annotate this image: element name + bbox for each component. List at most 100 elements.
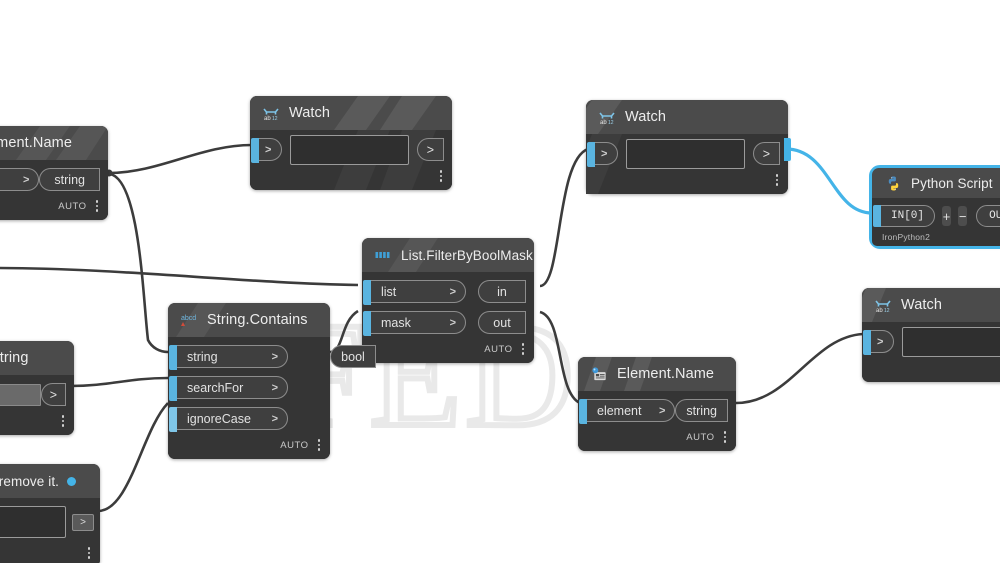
header-sheen — [334, 96, 436, 130]
node-header[interactable]: Python Script — [872, 168, 1000, 198]
port-input-string[interactable]: string > — [169, 345, 288, 370]
port-input-unnamed[interactable]: > — [0, 168, 40, 191]
port-connector[interactable] — [169, 407, 177, 432]
node-title: List.FilterByBoolMask — [401, 247, 533, 263]
port-connector[interactable] — [363, 311, 371, 336]
port-connector[interactable] — [863, 330, 871, 355]
port-input-ignorecase[interactable]: ignoreCase > — [169, 407, 288, 432]
node-menu-icon[interactable] — [521, 343, 524, 355]
node-element-name-right[interactable]: Element.Name element > string AUTO — [578, 357, 736, 451]
chevron-right-icon: > — [22, 173, 30, 186]
port-input-mask[interactable]: mask > — [363, 311, 466, 336]
node-footer: AUTO — [578, 429, 736, 447]
node-title: Watch — [289, 105, 331, 121]
port-connector[interactable] — [251, 138, 259, 163]
port-label: bool — [341, 349, 365, 364]
node-title: String.Contains — [207, 312, 308, 328]
add-input-button[interactable]: + — [942, 206, 952, 226]
port-input-in0[interactable]: IN[0] — [873, 205, 936, 227]
port-output-in[interactable]: in — [478, 280, 526, 303]
python-footer: IronPython2 — [872, 229, 1000, 246]
port-input-watch[interactable]: > — [251, 138, 282, 163]
port-row: searchFor > — [168, 375, 330, 401]
port-connector[interactable] — [169, 376, 177, 401]
port-label: ignoreCase — [187, 411, 251, 426]
node-watch-top-right[interactable]: ab 12 Watch > > — [586, 100, 788, 194]
node-python-script[interactable]: Python Script IN[0] + − OUT IronPython2 — [869, 165, 1000, 249]
port-row: > string — [0, 167, 108, 192]
port-output-bool[interactable]: > — [72, 513, 94, 531]
port-output-string[interactable]: string — [675, 399, 728, 422]
node-header[interactable]: ab 12 Watch — [586, 100, 788, 134]
node-header[interactable]: e to remove it. — [0, 464, 100, 498]
port-label: string — [686, 403, 717, 418]
port-connector[interactable] — [587, 142, 595, 167]
node-watch-top-left[interactable]: ab 12 Watch > > — [250, 96, 452, 190]
port-input-watch[interactable]: > — [863, 330, 894, 355]
port-input-list[interactable]: list > — [363, 280, 466, 305]
string-value-input[interactable] — [0, 383, 41, 406]
chevron-right-icon: > — [762, 146, 770, 161]
node-menu-icon[interactable] — [317, 439, 320, 451]
chevron-right-icon: > — [271, 412, 278, 425]
node-element-name-left[interactable]: ement.Name > string AUTO — [0, 126, 108, 220]
wire-out-to-elementname — [539, 310, 581, 405]
remove-input-button[interactable]: − — [958, 206, 968, 226]
chevron-right-icon: > — [49, 387, 57, 402]
port-connector[interactable] — [169, 345, 177, 370]
node-header[interactable]: Element.Name — [578, 357, 736, 391]
port-label: IN[0] — [891, 210, 925, 222]
port-output-watch[interactable]: > — [416, 138, 444, 161]
node-list-filter-by-bool-mask[interactable]: List.FilterByBoolMask list > in mask > o… — [362, 238, 534, 363]
node-menu-icon[interactable] — [95, 200, 98, 212]
boolean-value-field[interactable] — [0, 506, 66, 538]
node-header[interactable]: ement.Name — [0, 126, 108, 160]
node-body: > — [0, 498, 100, 563]
port-input-searchfor[interactable]: searchFor > — [169, 376, 288, 401]
node-string-input[interactable]: String > — [0, 341, 74, 435]
status-indicator-dot — [67, 476, 77, 486]
chevron-right-icon: > — [271, 350, 278, 363]
node-menu-icon[interactable] — [723, 431, 726, 443]
port-connector[interactable] — [579, 399, 587, 424]
port-output-string[interactable]: string — [39, 168, 100, 191]
auto-label: AUTO — [686, 431, 715, 443]
port-row: list > in — [362, 279, 534, 305]
node-menu-icon[interactable] — [439, 170, 442, 182]
port-connector[interactable] — [873, 205, 881, 227]
node-footer — [0, 413, 74, 431]
node-menu-icon[interactable] — [775, 174, 778, 186]
port-output-bool[interactable]: bool — [330, 345, 376, 368]
node-title: Watch — [625, 109, 667, 125]
node-body: > string AUTO — [0, 160, 108, 220]
node-header[interactable]: String — [0, 341, 74, 375]
node-body: > > — [586, 134, 788, 194]
node-menu-icon[interactable] — [61, 415, 64, 427]
node-body: list > in mask > out AUTO — [362, 272, 534, 363]
node-watch-bottom-right[interactable]: ab 12 Watch > — [862, 288, 1000, 382]
port-connector[interactable] — [363, 280, 371, 305]
node-body: > > — [250, 130, 452, 190]
node-footer — [862, 360, 1000, 378]
auto-label: AUTO — [280, 439, 309, 451]
node-header[interactable]: List.FilterByBoolMask — [362, 238, 534, 272]
svg-text:12: 12 — [272, 116, 278, 122]
port-connector-selected[interactable] — [784, 138, 791, 161]
node-header[interactable]: ab 12 Watch — [250, 96, 452, 130]
port-output-watch[interactable]: > — [752, 142, 780, 165]
node-note-remove-it[interactable]: e to remove it. > — [0, 464, 100, 563]
port-input-element[interactable]: element > — [579, 399, 676, 424]
port-output-string[interactable]: > — [40, 383, 66, 406]
port-input-watch[interactable]: > — [587, 142, 618, 167]
node-title: ement.Name — [0, 135, 73, 151]
node-menu-icon[interactable] — [87, 547, 90, 559]
dynamo-graph-canvas[interactable]: GFED ement.Name — [0, 0, 1000, 563]
port-label: element — [597, 403, 642, 418]
node-body: IN[0] + − OUT IronPython2 — [872, 198, 1000, 246]
port-output-out[interactable]: OUT — [976, 205, 1000, 227]
node-string-contains[interactable]: abcd String.Contains string > bool searc… — [168, 303, 376, 459]
port-label: searchFor — [187, 380, 244, 395]
node-header[interactable]: abcd String.Contains — [168, 303, 330, 337]
port-output-out[interactable]: out — [478, 311, 526, 334]
node-header[interactable]: ab 12 Watch — [862, 288, 1000, 322]
